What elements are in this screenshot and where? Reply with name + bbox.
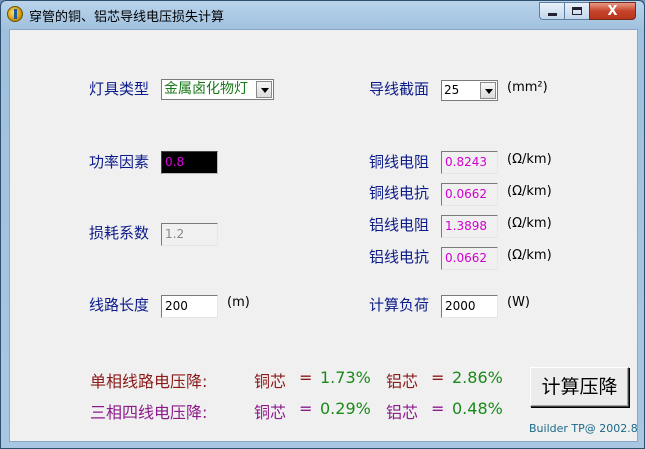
- app-window: 穿管的铜、铝芯导线电压损失计算 X 灯具类型 金属卤化物灯 功率因素 0.8 损…: [0, 0, 645, 449]
- cu-reactance-label: 铜线电抗: [369, 184, 430, 202]
- line-length-field[interactable]: 200: [161, 295, 218, 318]
- three-al-label: 铝芯: [386, 403, 419, 422]
- chevron-down-icon[interactable]: [480, 82, 496, 99]
- title-bar[interactable]: 穿管的铜、铝芯导线电压损失计算 X: [1, 1, 644, 28]
- single-phase-al-value: 2.86%: [452, 368, 503, 387]
- lamp-type-label: 灯具类型: [89, 80, 150, 98]
- al-resistance-field[interactable]: 1.3898: [441, 215, 498, 238]
- single-al-eq: =: [431, 368, 445, 387]
- builder-credit: Builder TP@ 2002.8: [529, 422, 638, 435]
- single-cu-eq: =: [299, 368, 313, 387]
- app-icon[interactable]: [7, 6, 23, 22]
- cross-section-label: 导线截面: [369, 80, 430, 98]
- lamp-type-value: 金属卤化物灯: [164, 81, 248, 97]
- loss-factor-field[interactable]: 1.2: [161, 223, 218, 246]
- chevron-down-icon[interactable]: [256, 81, 272, 98]
- maximize-button[interactable]: [564, 2, 590, 20]
- cross-section-value: 25: [444, 83, 460, 97]
- window-title: 穿管的铜、铝芯导线电压损失计算: [29, 10, 225, 25]
- cross-section-select[interactable]: 25: [441, 80, 498, 101]
- three-phase-label: 三相四线电压降:: [90, 403, 208, 422]
- maximize-icon: [572, 7, 582, 15]
- cu-reactance-field[interactable]: 0.0662: [441, 183, 498, 206]
- close-icon: X: [607, 3, 618, 19]
- power-factor-field[interactable]: 0.8: [161, 151, 218, 174]
- single-cu-label: 铜芯: [254, 372, 287, 391]
- three-cu-eq: =: [299, 399, 313, 418]
- client-area: 灯具类型 金属卤化物灯 功率因素 0.8 损耗系数 1.2 线路长度 200 (…: [9, 29, 638, 442]
- three-cu-label: 铜芯: [254, 403, 287, 422]
- lamp-type-select[interactable]: 金属卤化物灯: [161, 79, 274, 100]
- three-phase-al-value: 0.48%: [452, 399, 503, 418]
- al-reactance-unit: (Ω/km): [507, 248, 552, 263]
- cu-reactance-unit: (Ω/km): [507, 184, 552, 199]
- calculate-button[interactable]: 计算压降: [530, 367, 629, 407]
- three-al-eq: =: [431, 399, 445, 418]
- line-length-unit: (m): [227, 295, 250, 310]
- single-phase-cu-value: 1.73%: [320, 368, 371, 387]
- line-length-label: 线路长度: [89, 296, 150, 314]
- loss-factor-label: 损耗系数: [89, 224, 150, 242]
- minimize-icon: [547, 12, 557, 16]
- al-reactance-field[interactable]: 0.0662: [441, 247, 498, 270]
- load-label: 计算负荷: [369, 296, 430, 314]
- three-phase-cu-value: 0.29%: [320, 399, 371, 418]
- minimize-button[interactable]: [539, 2, 565, 20]
- cu-resistance-label: 铜线电阻: [369, 153, 430, 171]
- load-field[interactable]: 2000: [441, 295, 498, 318]
- al-resistance-unit: (Ω/km): [507, 216, 552, 231]
- cross-section-unit: (mm²): [507, 80, 548, 95]
- al-resistance-label: 铝线电阻: [369, 216, 430, 234]
- al-reactance-label: 铝线电抗: [369, 248, 430, 266]
- close-button[interactable]: X: [589, 2, 636, 20]
- cu-resistance-unit: (Ω/km): [507, 152, 552, 167]
- load-unit: (W): [507, 295, 530, 310]
- single-al-label: 铝芯: [386, 372, 419, 391]
- single-phase-label: 单相线路电压降:: [90, 372, 208, 391]
- power-factor-label: 功率因素: [89, 153, 150, 171]
- cu-resistance-field[interactable]: 0.8243: [441, 151, 498, 174]
